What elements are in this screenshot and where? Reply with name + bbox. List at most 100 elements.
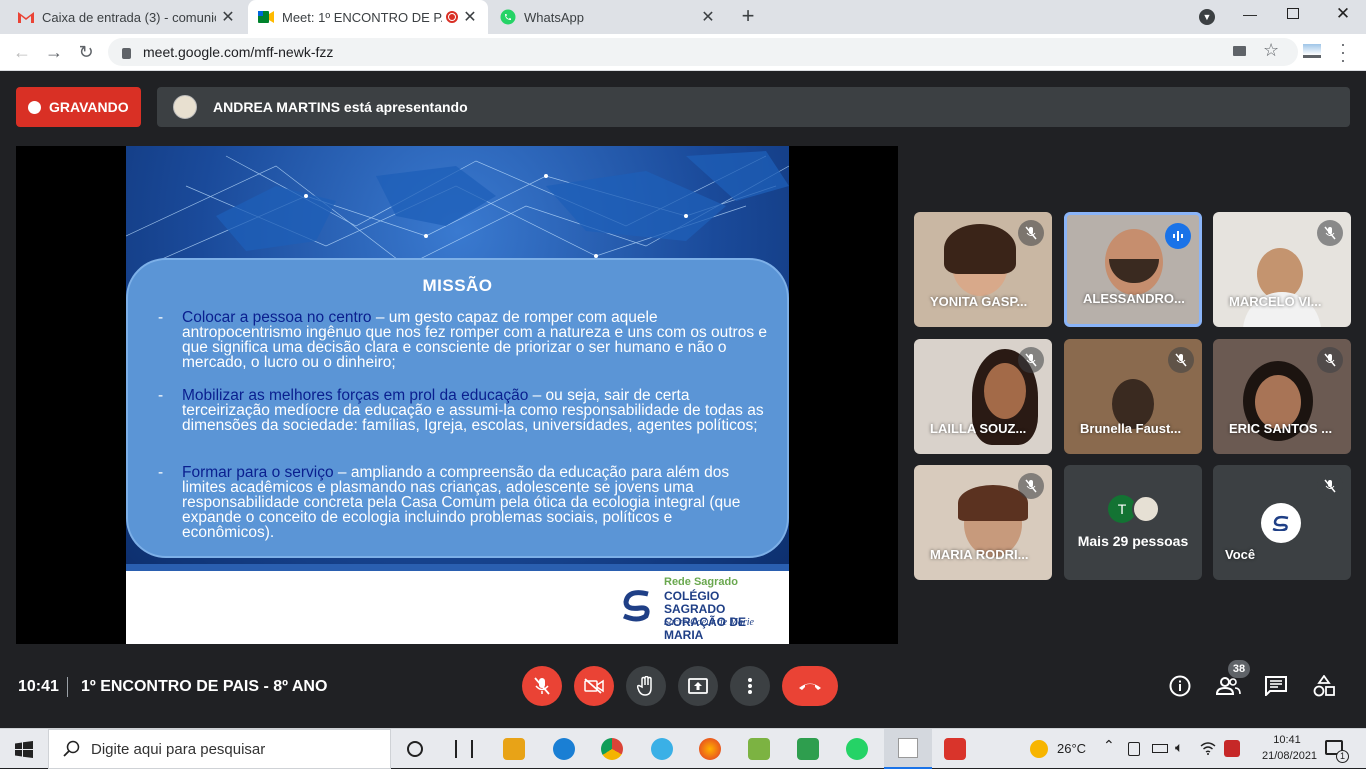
participant-name: Brunella Faust... bbox=[1080, 421, 1182, 436]
mic-off-icon bbox=[1018, 220, 1044, 246]
whatsapp-taskbar-icon[interactable] bbox=[846, 738, 868, 760]
mission-item-1: - Colocar a pessoa no centro – um gesto … bbox=[158, 309, 768, 371]
bookmark-star-icon[interactable]: ☆ bbox=[1263, 40, 1279, 61]
close-tab-icon[interactable]: ✕ bbox=[220, 7, 236, 27]
tab-title: Meet: 1º ENCONTRO DE PAIS bbox=[282, 9, 442, 25]
windows-start-icon[interactable] bbox=[15, 741, 33, 758]
tray-chevron-icon[interactable]: ⌃ bbox=[1103, 737, 1115, 754]
weather-app-icon[interactable] bbox=[651, 738, 673, 760]
participant-tile[interactable]: MARIA RODRI... bbox=[914, 465, 1052, 580]
search-icon bbox=[63, 740, 80, 757]
chrome-icon[interactable] bbox=[601, 738, 623, 760]
pdf-app-icon[interactable] bbox=[944, 738, 966, 760]
participant-tile[interactable]: YONITA GASP... bbox=[914, 212, 1052, 327]
participant-tile[interactable]: Brunella Faust... bbox=[1064, 339, 1202, 454]
camera-permission-icon[interactable] bbox=[1233, 46, 1246, 56]
whatsapp-icon bbox=[500, 9, 516, 25]
mic-off-icon bbox=[1317, 473, 1343, 499]
participant-tile[interactable]: LAILLA SOUZ... bbox=[914, 339, 1052, 454]
extension-icon[interactable] bbox=[1303, 44, 1321, 58]
self-tile[interactable]: Você bbox=[1213, 465, 1351, 580]
mic-toggle-button[interactable] bbox=[522, 666, 562, 706]
activities-button[interactable] bbox=[1308, 670, 1340, 702]
antivirus-icon[interactable] bbox=[1224, 740, 1240, 757]
app-icon[interactable] bbox=[748, 738, 770, 760]
camera-toggle-button[interactable] bbox=[574, 666, 614, 706]
gmail-icon bbox=[18, 9, 34, 25]
mic-off-icon bbox=[1168, 347, 1194, 373]
reload-icon[interactable]: ↻ bbox=[74, 40, 98, 64]
temperature-label: 26°C bbox=[1057, 741, 1087, 756]
battery-icon[interactable] bbox=[1152, 744, 1168, 753]
participant-tile[interactable]: MARCELO VI... bbox=[1213, 212, 1351, 327]
presentation-slide: MISSÃO - Colocar a pessoa no centro – um… bbox=[126, 146, 789, 644]
url-field[interactable]: meet.google.com/mff-newk-fzz bbox=[108, 38, 1298, 66]
volume-icon[interactable]: 🔈︎ bbox=[1175, 739, 1183, 756]
present-screen-button[interactable] bbox=[678, 666, 718, 706]
tray-app-icon[interactable] bbox=[1128, 742, 1140, 756]
tab-meet[interactable]: Meet: 1º ENCONTRO DE PAIS ✕ bbox=[248, 0, 488, 34]
sheets-icon[interactable] bbox=[797, 738, 819, 760]
firefox-icon[interactable] bbox=[699, 738, 721, 760]
participant-tile-active-speaker[interactable]: ALESSANDRO... bbox=[1064, 212, 1202, 327]
mic-off-icon bbox=[534, 677, 550, 695]
chat-button[interactable] bbox=[1260, 670, 1292, 702]
back-icon[interactable]: ← bbox=[10, 40, 34, 64]
raise-hand-button[interactable] bbox=[626, 666, 666, 706]
participant-tile[interactable]: ERIC SANTOS ... bbox=[1213, 339, 1351, 454]
people-count-badge: 38 bbox=[1228, 660, 1250, 678]
hang-up-icon bbox=[799, 683, 821, 690]
meet-icon bbox=[258, 9, 274, 25]
info-icon bbox=[1169, 675, 1191, 697]
meeting-time: 10:41 bbox=[18, 678, 59, 695]
more-options-button[interactable] bbox=[730, 666, 770, 706]
camera-off-icon bbox=[584, 678, 604, 694]
participant-name: MARIA RODRI... bbox=[930, 547, 1029, 562]
slide-heading: MISSÃO bbox=[422, 276, 493, 295]
meeting-title: 1º ENCONTRO DE PAIS - 8º ANO bbox=[81, 678, 328, 695]
close-tab-icon[interactable]: ✕ bbox=[700, 7, 716, 27]
taskbar-clock[interactable]: 10:41 21/08/2021 bbox=[1262, 732, 1317, 764]
active-window-indicator[interactable] bbox=[884, 729, 932, 769]
tab-whatsapp[interactable]: WhatsApp ✕ bbox=[490, 0, 726, 34]
meeting-details-button[interactable] bbox=[1164, 670, 1196, 702]
participant-name: YONITA GASP... bbox=[930, 294, 1028, 309]
minimize-button[interactable]: — bbox=[1240, 6, 1260, 26]
meeting-controls-bar: 10:41 1º ENCONTRO DE PAIS - 8º ANO bbox=[0, 661, 1366, 728]
leave-call-button[interactable] bbox=[782, 666, 838, 706]
task-view-icon[interactable] bbox=[455, 740, 473, 758]
search-placeholder: Digite aqui para pesquisar bbox=[91, 740, 266, 758]
present-icon bbox=[688, 678, 708, 694]
participant-name: ALESSANDRO... bbox=[1083, 291, 1185, 306]
participant-name: Você bbox=[1225, 547, 1256, 562]
presentation-stage: MISSÃO - Colocar a pessoa no centro – um… bbox=[16, 146, 898, 644]
lock-icon[interactable] bbox=[122, 47, 131, 59]
logo-line2: COLÉGIO SAGRADO CORAÇÃO DE MARIA bbox=[664, 589, 747, 642]
restore-button[interactable] bbox=[1287, 8, 1299, 19]
presenting-banner: ANDREA MARTINS está apresentando bbox=[157, 87, 1350, 127]
cortana-icon[interactable] bbox=[407, 741, 423, 757]
edge-icon[interactable] bbox=[553, 738, 575, 760]
close-window-button[interactable]: ✕ bbox=[1333, 4, 1353, 24]
participant-avatar bbox=[1132, 495, 1160, 523]
presenter-avatar bbox=[173, 95, 197, 119]
weather-sun-icon[interactable] bbox=[1030, 740, 1048, 758]
new-tab-button[interactable]: + bbox=[736, 5, 760, 29]
meet-window: GRAVANDO ANDREA MARTINS está apresentand… bbox=[0, 71, 1366, 728]
tab-gmail[interactable]: Caixa de entrada (3) - comunicac ✕ bbox=[8, 0, 246, 34]
more-participants-tile[interactable]: T Mais 29 pessoas bbox=[1064, 465, 1202, 580]
close-tab-icon[interactable]: ✕ bbox=[462, 7, 478, 27]
address-bar-row: ← → ↻ meet.google.com/mff-newk-fzz ☆ · · · bbox=[0, 34, 1366, 71]
recording-label: GRAVANDO bbox=[49, 99, 129, 115]
wifi-icon[interactable] bbox=[1200, 741, 1216, 757]
forward-icon[interactable]: → bbox=[42, 40, 66, 64]
logo-line4: Sacré-Coeur de Marie bbox=[664, 617, 754, 628]
taskbar-search-box[interactable]: Digite aqui para pesquisar bbox=[48, 729, 391, 769]
file-explorer-icon[interactable] bbox=[503, 738, 525, 760]
tab-search-icon[interactable]: ▼ bbox=[1199, 9, 1215, 25]
presenting-text: ANDREA MARTINS está apresentando bbox=[213, 99, 468, 115]
speaking-indicator-icon bbox=[1165, 223, 1191, 249]
menu-icon[interactable]: · · · bbox=[1340, 35, 1346, 69]
mic-off-icon bbox=[1018, 473, 1044, 499]
mission-item-3: - Formar para o serviço – ampliando a co… bbox=[158, 464, 741, 541]
